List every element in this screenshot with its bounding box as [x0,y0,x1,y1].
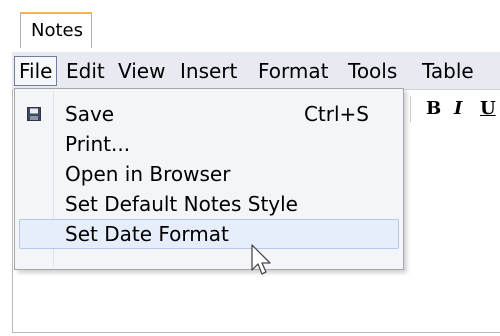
tab-notes[interactable]: Notes [20,12,92,48]
menu-item-label: Print... [65,132,131,156]
menu-file[interactable]: File [14,56,58,86]
menu-bar: File Edit View Insert Format Tools Table [12,52,500,90]
menu-item-save[interactable]: Save Ctrl+S [19,99,399,129]
menu-item-shortcut: Ctrl+S [303,102,369,126]
italic-button[interactable]: I [454,98,462,119]
menu-item-label: Set Default Notes Style [65,192,298,216]
menu-item-set-default-notes-style[interactable]: Set Default Notes Style [19,189,399,219]
menu-item-open-in-browser[interactable]: Open in Browser [19,159,399,189]
tab-label: Notes [31,20,83,41]
menu-insert[interactable]: Insert [176,56,241,86]
menu-item-set-date-format[interactable]: Set Date Format [19,219,399,249]
menu-item-print[interactable]: Print... [19,129,399,159]
menu-item-label: Save [65,102,115,126]
menu-table[interactable]: Table [418,56,478,86]
mouse-pointer-icon [251,244,271,275]
menu-tools[interactable]: Tools [344,56,401,86]
menu-edit[interactable]: Edit [62,56,109,86]
menu-format[interactable]: Format [254,56,332,86]
toolbar-separator [410,96,411,122]
menu-view[interactable]: View [114,56,169,86]
bold-button[interactable]: B [426,98,441,119]
file-menu-dropdown: Save Ctrl+S Print... Open in Browser Set… [14,88,404,270]
underline-button[interactable]: U [480,98,496,119]
menu-item-label: Set Date Format [65,222,229,246]
save-icon [27,107,41,121]
menu-item-label: Open in Browser [65,162,231,186]
